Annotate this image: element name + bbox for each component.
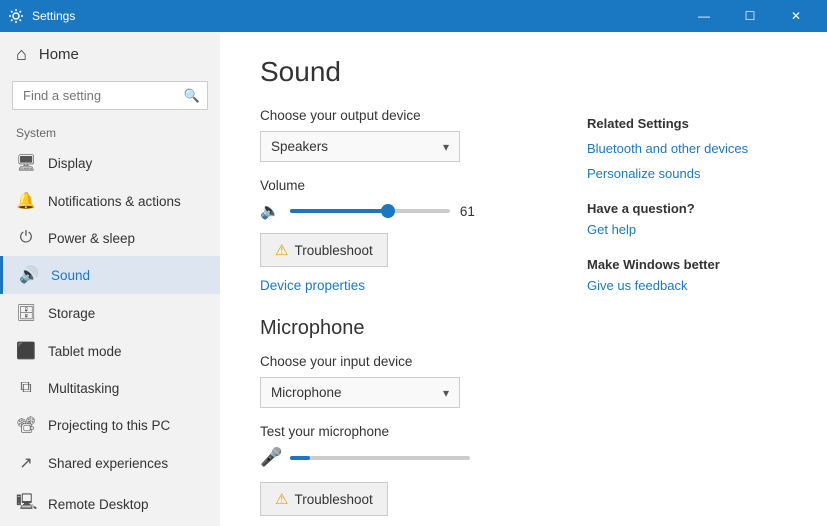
search-input[interactable] [12, 81, 208, 110]
projecting-icon: 📽 [16, 415, 36, 435]
volume-speaker-icon: 🔈 [260, 201, 280, 221]
device-properties-output-link[interactable]: Device properties [260, 278, 365, 293]
maximize-button[interactable]: ☐ [727, 0, 773, 32]
output-device-label: Choose your output device [260, 108, 547, 123]
input-device-selected: Microphone [271, 385, 342, 400]
sidebar-item-storage[interactable]: 🗄 Storage [0, 294, 220, 332]
right-panel: Related Settings Bluetooth and other dev… [587, 56, 787, 502]
sidebar-item-projecting[interactable]: 📽 Projecting to this PC [0, 406, 220, 444]
minimize-button[interactable]: — [681, 0, 727, 32]
title-bar: Settings — ☐ ✕ [0, 0, 827, 32]
sidebar-item-label-shared: Shared experiences [48, 456, 168, 471]
volume-row: 🔈 61 [260, 201, 547, 221]
sidebar-item-label-remote: Remote Desktop [48, 497, 149, 512]
sound-icon: 🔊 [19, 265, 39, 285]
microphone-title: Microphone [260, 317, 547, 340]
title-bar-title: Settings [32, 9, 75, 23]
microphone-icon: 🎤 [260, 447, 282, 468]
sidebar-section-label: System [0, 118, 220, 144]
home-icon: ⌂ [16, 44, 27, 65]
app-body: ⌂ Home 🔍 System 🖥 Display 🔔 Notification… [0, 32, 827, 526]
sidebar-item-sound[interactable]: 🔊 Sound [0, 256, 220, 294]
content-area: Sound Choose your output device Speakers… [260, 56, 547, 502]
search-box: 🔍 [12, 81, 208, 110]
troubleshoot-mic-button[interactable]: ⚠ Troubleshoot [260, 482, 388, 516]
main-content: Sound Choose your output device Speakers… [220, 32, 827, 526]
sidebar-item-label-power: Power & sleep [48, 231, 135, 246]
volume-label: Volume [260, 178, 547, 193]
close-button[interactable]: ✕ [773, 0, 819, 32]
input-device-label: Choose your input device [260, 354, 547, 369]
sidebar-item-label-display: Display [48, 156, 92, 171]
troubleshoot-mic-label: Troubleshoot [294, 492, 372, 507]
slider-thumb[interactable] [381, 204, 395, 218]
power-icon: ⏻ [16, 229, 36, 247]
sidebar-item-power[interactable]: ⏻ Power & sleep [0, 220, 220, 256]
sidebar-item-label-projecting: Projecting to this PC [48, 418, 170, 433]
get-help-link[interactable]: Get help [587, 222, 787, 237]
sidebar-item-label-tablet: Tablet mode [48, 344, 122, 359]
display-icon: 🖥 [16, 153, 36, 173]
search-icon: 🔍 [184, 88, 200, 104]
warning-icon: ⚠ [275, 241, 288, 259]
notifications-icon: 🔔 [16, 191, 36, 211]
shared-icon: ↗ [16, 453, 36, 473]
make-windows-label: Make Windows better [587, 257, 787, 272]
sidebar-item-tablet[interactable]: ⬛ Tablet mode [0, 332, 220, 370]
volume-value: 61 [460, 204, 475, 219]
sidebar-item-multitasking[interactable]: ⧉ Multitasking [0, 370, 220, 406]
sidebar-item-shared[interactable]: ↗ Shared experiences [0, 444, 220, 482]
settings-app-icon [8, 8, 24, 24]
volume-section: Volume 🔈 61 [260, 178, 547, 221]
input-device-dropdown[interactable]: Microphone ▾ [260, 377, 460, 408]
sidebar-item-display[interactable]: 🖥 Display [0, 144, 220, 182]
warning-mic-icon: ⚠ [275, 490, 288, 508]
dropdown-arrow-mic-icon: ▾ [443, 386, 449, 400]
multitasking-icon: ⧉ [16, 379, 36, 397]
test-mic-track [290, 456, 470, 460]
output-device-selected: Speakers [271, 139, 328, 154]
bluetooth-link[interactable]: Bluetooth and other devices [587, 141, 787, 156]
storage-icon: 🗄 [16, 303, 36, 323]
sidebar-item-notifications[interactable]: 🔔 Notifications & actions [0, 182, 220, 220]
test-mic-fill [290, 456, 310, 460]
remote-icon: 🖳 [16, 491, 36, 518]
related-settings-title: Related Settings [587, 116, 787, 131]
sidebar-item-remote[interactable]: 🖳 Remote Desktop [0, 482, 220, 526]
test-mic-label: Test your microphone [260, 424, 547, 439]
page-title: Sound [260, 56, 547, 88]
sidebar-home-label: Home [39, 46, 79, 63]
sidebar-item-label-storage: Storage [48, 306, 95, 321]
troubleshoot-output-button[interactable]: ⚠ Troubleshoot [260, 233, 388, 267]
tablet-icon: ⬛ [16, 341, 36, 361]
dropdown-arrow-icon: ▾ [443, 140, 449, 154]
have-question-label: Have a question? [587, 201, 787, 216]
title-bar-left: Settings [8, 8, 75, 24]
title-bar-controls: — ☐ ✕ [681, 0, 819, 32]
output-device-dropdown[interactable]: Speakers ▾ [260, 131, 460, 162]
sidebar: ⌂ Home 🔍 System 🖥 Display 🔔 Notification… [0, 32, 220, 526]
test-mic-row: 🎤 [260, 447, 547, 468]
sidebar-item-label-multitasking: Multitasking [48, 381, 119, 396]
troubleshoot-output-label: Troubleshoot [294, 243, 372, 258]
sidebar-item-label-sound: Sound [51, 268, 90, 283]
personalize-sounds-link[interactable]: Personalize sounds [587, 166, 787, 181]
slider-fill [290, 209, 388, 213]
sidebar-item-home[interactable]: ⌂ Home [0, 32, 220, 77]
volume-slider[interactable] [290, 201, 450, 221]
sidebar-item-label-notifications: Notifications & actions [48, 194, 181, 209]
give-feedback-link[interactable]: Give us feedback [587, 278, 787, 293]
slider-track [290, 209, 450, 213]
